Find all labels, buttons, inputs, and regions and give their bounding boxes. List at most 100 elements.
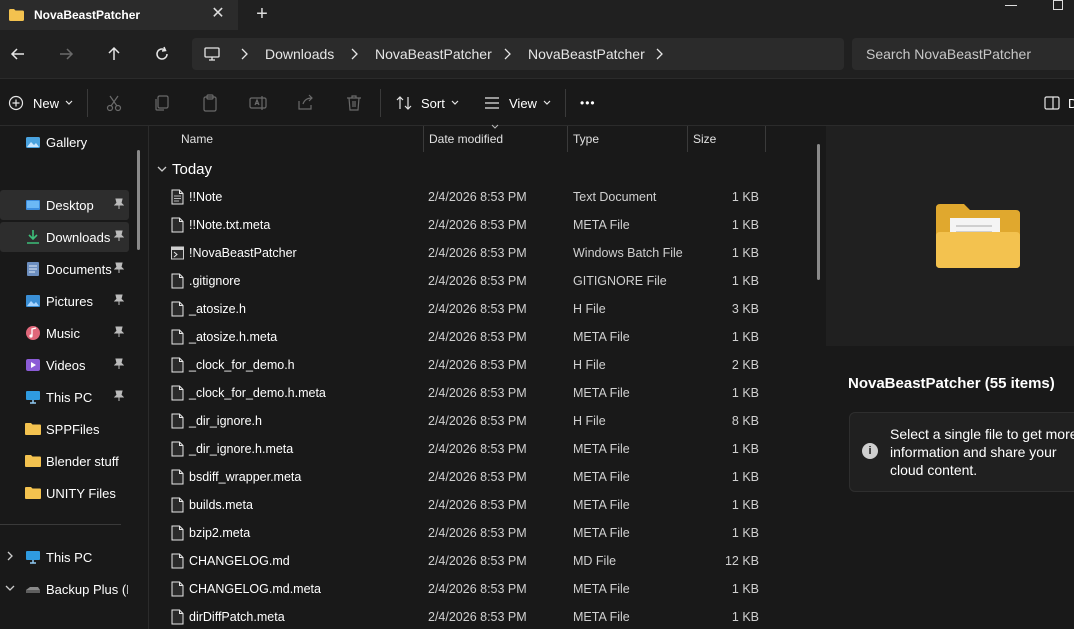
pin-icon[interactable] [114,262,124,274]
sort-button[interactable]: Sort [396,91,459,115]
rename-icon[interactable] [248,93,268,113]
sidebar-item-label: Downloads [46,230,111,245]
file-name: CHANGELOG.md [189,554,290,568]
sidebar-item-this-pc[interactable]: This PC [0,542,129,572]
sidebar-item-gallery[interactable]: Gallery [0,127,129,157]
pin-icon[interactable] [114,294,124,306]
file-list-scrollbar[interactable] [817,144,820,280]
chevron-right-icon [504,48,511,60]
table-row[interactable]: _atosize.h.meta 2/4/2026 8:53 PM META File… [149,324,809,352]
maximize-button[interactable] [1053,0,1063,10]
pin-icon[interactable] [114,358,124,370]
file-icon [171,525,184,541]
table-row[interactable]: CHANGELOG.md.meta 2/4/2026 8:53 PM META Fi… [149,576,809,604]
table-row[interactable]: !NovaBeastPatcher 2/4/2026 8:53 PM Windows… [149,240,809,268]
table-row[interactable]: dirDiffPatch.meta 2/4/2026 8:53 PM META Fi… [149,604,809,629]
tab-novabeastpatcher[interactable]: NovaBeastPatcher ✕ [0,0,238,30]
breadcrumb-novabeastpatcher-current[interactable]: NovaBeastPatcher [528,46,645,62]
file-type: META File [573,442,630,456]
file-size: 1 KB [731,330,759,344]
breadcrumb-downloads[interactable]: Downloads [265,46,334,62]
text-file-icon [171,189,184,205]
pin-icon[interactable] [114,326,124,338]
pin-icon[interactable] [114,230,124,242]
sidebar-divider [0,524,121,525]
chevron-down-icon [157,166,167,172]
new-button[interactable]: New [8,91,73,115]
table-row[interactable]: _dir_ignore.h.meta 2/4/2026 8:53 PM META F… [149,436,809,464]
breadcrumb-novabeastpatcher[interactable]: NovaBeastPatcher [375,46,492,62]
column-divider[interactable] [765,126,766,152]
search-input[interactable]: Search NovaBeastPatcher [852,38,1074,70]
table-row[interactable]: _dir_ignore.h 2/4/2026 8:53 PM H File 8 KB [149,408,809,436]
command-bar: New Sort View ••• D [0,78,1074,126]
table-row[interactable]: CHANGELOG.md 2/4/2026 8:53 PM MD File 12 KB [149,548,809,576]
sidebar-item-pictures[interactable]: Pictures [0,286,129,316]
file-date-modified: 2/4/2026 8:53 PM [428,274,527,288]
sidebar-item-videos[interactable]: Videos [0,350,129,380]
sidebar-item-this-pc-pinned[interactable]: This PC [0,382,129,412]
table-row[interactable]: _clock_for_demo.h.meta 2/4/2026 8:53 PM ME… [149,380,809,408]
file-icon [171,301,184,317]
more-options-button[interactable]: ••• [580,91,596,115]
cut-icon[interactable] [104,93,124,113]
paste-icon[interactable] [200,93,220,113]
sidebar-item-label: Videos [46,358,86,373]
table-row[interactable]: !!Note.txt.meta 2/4/2026 8:53 PM META File… [149,212,809,240]
file-type: H File [573,414,606,428]
videos-icon [26,359,40,371]
table-row[interactable]: bzip2.meta 2/4/2026 8:53 PM META File 1 KB [149,520,809,548]
file-name: !!Note [189,190,223,204]
table-row[interactable]: !!Note 2/4/2026 8:53 PM Text Document 1 KB [149,184,809,212]
file-type: Windows Batch File [573,246,683,260]
sidebar-item-downloads[interactable]: Downloads [0,222,129,252]
back-button[interactable] [5,41,31,67]
file-size: 12 KB [724,554,759,568]
file-size: 1 KB [731,274,759,288]
refresh-button[interactable] [149,41,175,67]
file-name: dirDiffPatch.meta [189,610,285,624]
close-tab-button[interactable]: ✕ [209,4,227,24]
table-row[interactable]: .gitignore 2/4/2026 8:53 PM GITIGNORE File… [149,268,809,296]
sidebar-item-label: This PC [46,550,93,565]
view-button[interactable]: View [484,91,551,115]
sidebar-item-unity-files[interactable]: UNITY Files [0,478,129,508]
copy-icon[interactable] [152,93,172,113]
table-row[interactable]: builds.meta 2/4/2026 8:53 PM META File 1 KB [149,492,809,520]
group-label: Today [172,161,213,178]
pin-icon[interactable] [114,198,124,210]
new-tab-button[interactable]: + [252,4,272,24]
sidebar-item-backup-plus[interactable]: Backup Plus (D:) [0,574,129,604]
file-type: META File [573,470,630,484]
sidebar-item-sppfiles[interactable]: SPPFiles [0,414,129,444]
details-pane-button[interactable]: D [1044,91,1074,115]
sort-indicator-icon [491,124,499,129]
table-row[interactable]: _atosize.h 2/4/2026 8:53 PM H File 3 KB [149,296,809,324]
column-header-name[interactable]: Name [175,126,423,152]
column-header-size[interactable]: Size [687,126,765,152]
sidebar-item-documents[interactable]: Documents [0,254,129,284]
forward-button[interactable] [53,41,79,67]
table-row[interactable]: bsdiff_wrapper.meta 2/4/2026 8:53 PM META … [149,464,809,492]
chevron-right-icon[interactable] [5,550,15,562]
pin-icon[interactable] [114,390,124,402]
minimize-button[interactable] [1005,5,1017,6]
file-date-modified: 2/4/2026 8:53 PM [428,582,527,596]
share-icon[interactable] [296,93,316,113]
chevron-right-icon [351,48,358,60]
up-button[interactable] [101,41,127,67]
sidebar-item-label: This PC [46,390,93,405]
chevron-down-icon[interactable] [5,582,15,594]
file-size: 1 KB [731,610,759,624]
column-header-type[interactable]: Type [567,126,687,152]
divider [380,89,381,117]
column-header-date[interactable]: Date modified [423,124,567,152]
delete-icon[interactable] [344,93,364,113]
sidebar-scrollbar[interactable] [137,150,140,250]
sidebar-item-blender-stuff[interactable]: Blender stuff [0,446,129,476]
sidebar-item-label: Backup Plus (D:) [46,582,128,597]
address-bar[interactable]: Downloads NovaBeastPatcher NovaBeastPatc… [192,38,844,70]
sidebar-item-music[interactable]: Music [0,318,129,348]
sidebar-item-desktop[interactable]: Desktop [0,190,129,220]
table-row[interactable]: _clock_for_demo.h 2/4/2026 8:53 PM H File 2… [149,352,809,380]
